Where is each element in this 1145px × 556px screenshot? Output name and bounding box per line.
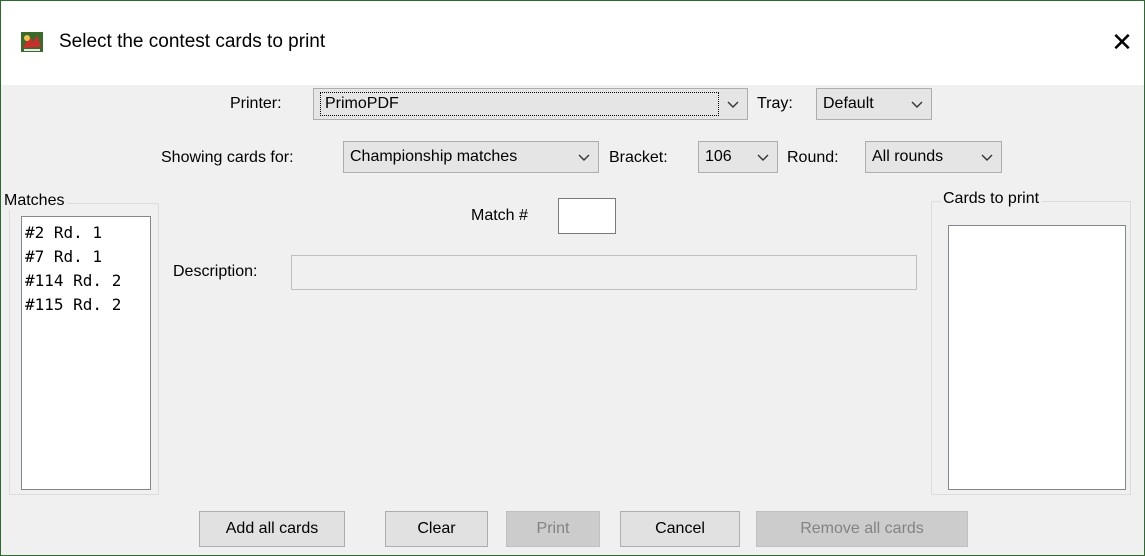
matches-title: Matches — [2, 192, 68, 210]
cards-to-print-title: Cards to print — [941, 190, 1043, 208]
printer-value: PrimoPDF — [325, 95, 399, 112]
match-number-label: Match # — [471, 207, 528, 224]
window-title: Select the contest cards to print — [59, 31, 326, 52]
description-input[interactable] — [291, 255, 917, 290]
matches-group: Matches #2 Rd. 1 #7 Rd. 1 #114 Rd. 2 #11… — [2, 192, 159, 495]
list-item[interactable]: #114 Rd. 2 — [22, 269, 150, 293]
print-button[interactable]: Print — [506, 511, 600, 547]
cancel-button[interactable]: Cancel — [620, 511, 740, 547]
round-select[interactable]: All rounds — [865, 141, 1002, 173]
printer-select-focus: PrimoPDF — [320, 92, 719, 116]
bracket-select[interactable]: 106 — [698, 141, 778, 173]
round-value: All rounds — [872, 148, 944, 165]
showing-cards-label: Showing cards for: — [161, 149, 294, 166]
chevron-down-icon — [727, 101, 739, 108]
tray-select[interactable]: Default — [816, 88, 932, 120]
matches-list[interactable]: #2 Rd. 1 #7 Rd. 1 #114 Rd. 2 #115 Rd. 2 — [21, 216, 151, 490]
chevron-down-icon — [578, 154, 590, 161]
description-label: Description: — [173, 263, 258, 280]
list-item[interactable]: #115 Rd. 2 — [22, 293, 150, 317]
dialog-content: Printer: PrimoPDF Tray: Default Showing … — [1, 85, 1144, 555]
app-logo-icon — [21, 32, 43, 52]
add-all-cards-button[interactable]: Add all cards — [199, 511, 345, 547]
showing-cards-value: Championship matches — [350, 148, 518, 165]
close-icon: ✕ — [1111, 27, 1133, 57]
match-number-input[interactable] — [558, 198, 616, 234]
tray-label: Tray: — [757, 95, 793, 112]
showing-cards-select[interactable]: Championship matches — [343, 141, 599, 173]
printer-label: Printer: — [230, 95, 282, 112]
chevron-down-icon — [757, 154, 769, 161]
title-bar: Select the contest cards to print ✕ — [1, 1, 1144, 85]
bracket-value: 106 — [705, 148, 732, 165]
print-cards-dialog: Select the contest cards to print ✕ Prin… — [0, 0, 1145, 556]
list-item[interactable]: #2 Rd. 1 — [22, 221, 150, 245]
clear-button[interactable]: Clear — [385, 511, 488, 547]
round-label: Round: — [787, 149, 839, 166]
bracket-label: Bracket: — [609, 149, 668, 166]
list-item[interactable]: #7 Rd. 1 — [22, 245, 150, 269]
printer-select[interactable]: PrimoPDF — [313, 88, 748, 120]
chevron-down-icon — [911, 101, 923, 108]
close-button[interactable]: ✕ — [1100, 23, 1144, 63]
tray-value: Default — [823, 95, 874, 112]
remove-all-cards-button[interactable]: Remove all cards — [756, 511, 968, 547]
cards-to-print-list[interactable] — [948, 225, 1126, 490]
chevron-down-icon — [981, 154, 993, 161]
cards-to-print-group: Cards to print — [931, 190, 1131, 495]
